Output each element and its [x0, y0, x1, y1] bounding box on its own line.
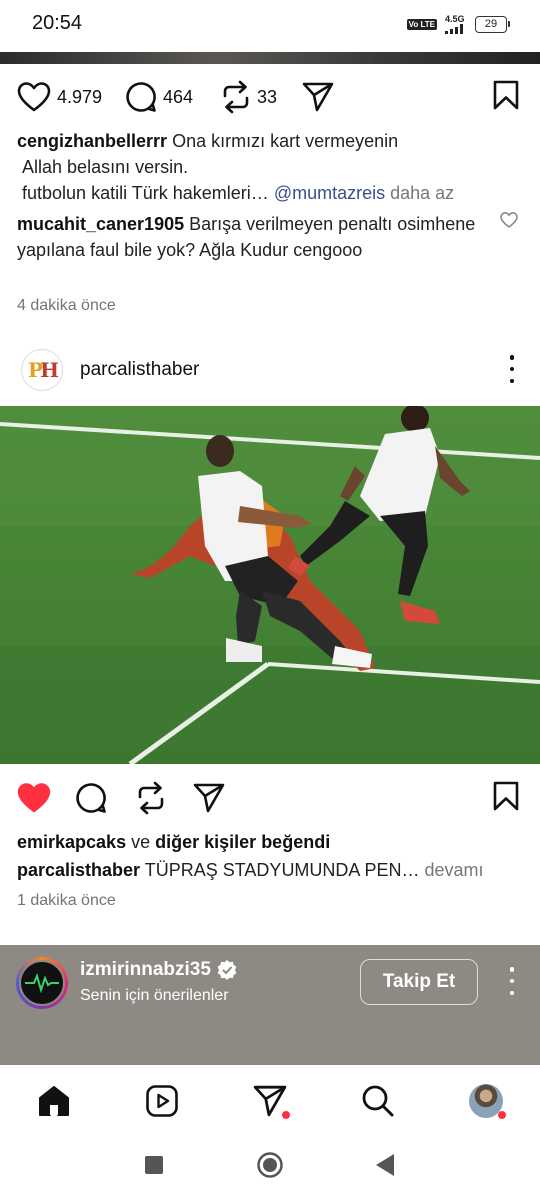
heart-icon	[17, 783, 51, 813]
status-bar: 20:54 Vo LTE 4.5G 29	[0, 0, 540, 52]
heart-icon	[500, 212, 518, 228]
post2-header: PH parcalisthaber	[0, 345, 540, 395]
avatar-logo: PH	[28, 358, 59, 382]
previous-post-image[interactable]	[0, 52, 540, 64]
post1-comment[interactable]: mucahit_caner1905 Barışa verilmeyen pena…	[17, 211, 487, 263]
suggested-username[interactable]: izmirinnabzi35	[80, 959, 211, 981]
like-button[interactable]	[17, 783, 51, 813]
football-photo	[0, 406, 540, 764]
like-count: 4.979	[57, 86, 103, 107]
send-icon	[193, 783, 225, 813]
nav-direct[interactable]	[250, 1081, 290, 1121]
comment-like-button[interactable]	[500, 212, 518, 233]
liked-by-username[interactable]: emirkapcaks	[17, 832, 126, 852]
like-button[interactable]: 4.979	[17, 82, 102, 112]
caption-text: futbolun katili Türk hakemleri…	[22, 183, 269, 203]
heart-icon	[17, 82, 51, 112]
search-icon	[362, 1085, 394, 1117]
save-button[interactable]	[493, 80, 519, 110]
battery-icon: 29	[475, 15, 510, 33]
post2-action-bar	[0, 766, 540, 826]
system-navigation	[0, 1137, 540, 1200]
suggested-username-row[interactable]: izmirinnabzi35	[80, 959, 237, 981]
post2-timestamp: 1 dakika önce	[17, 892, 116, 909]
volte-indicator: Vo LTE	[406, 18, 437, 30]
home-button[interactable]	[256, 1151, 284, 1184]
recents-button[interactable]	[144, 1155, 164, 1180]
follow-button[interactable]: Takip Et	[360, 959, 478, 1005]
more-options-icon[interactable]	[508, 355, 516, 383]
repost-button[interactable]: 33	[221, 80, 277, 114]
caption-text: Allah belasını versin.	[22, 157, 189, 177]
verified-badge-icon	[217, 960, 237, 980]
signal-icon: 4.5G	[445, 14, 467, 34]
avatar[interactable]: PH	[21, 349, 63, 391]
repost-count: 33	[257, 86, 278, 107]
send-icon	[302, 82, 334, 112]
comment-username[interactable]: mucahit_caner1905	[17, 214, 184, 234]
mention-link[interactable]: @mumtazreis	[274, 183, 385, 203]
comment-icon	[76, 783, 106, 813]
save-button[interactable]	[493, 781, 519, 811]
nav-home[interactable]	[34, 1081, 74, 1121]
more-options-icon[interactable]	[508, 967, 516, 995]
post-username[interactable]: parcalisthaber	[80, 359, 199, 381]
caption-username[interactable]: parcalisthaber	[17, 860, 140, 880]
comment-icon	[126, 82, 156, 112]
caption-text: Ona kırmızı kart vermeyenin	[172, 131, 399, 151]
bookmark-icon	[493, 80, 519, 110]
bookmark-icon	[493, 781, 519, 811]
less-link[interactable]: daha az	[390, 183, 454, 203]
status-time: 20:54	[32, 12, 83, 34]
reels-icon	[146, 1085, 178, 1117]
square-icon	[145, 1156, 163, 1174]
caption-text: TÜPRAŞ STADYUMUNDA PEN…	[144, 860, 420, 880]
notification-dot	[282, 1111, 290, 1119]
post1-caption[interactable]: cengizhanbellerrr Ona kırmızı kart verme…	[17, 128, 517, 206]
network-type: 4.5G	[445, 14, 465, 24]
liked-by-others[interactable]: diğer kişiler beğendi	[155, 832, 330, 852]
comment-button[interactable]	[75, 782, 107, 814]
post2-caption[interactable]: parcalisthaber TÜPRAŞ STADYUMUNDA PEN… d…	[17, 857, 517, 883]
notification-dot	[498, 1111, 506, 1119]
nav-search[interactable]	[358, 1081, 398, 1121]
share-button[interactable]	[193, 783, 225, 813]
back-triangle-icon	[376, 1154, 394, 1176]
comment-button[interactable]: 464	[125, 81, 193, 113]
suggested-avatar[interactable]	[16, 957, 68, 1009]
liked-by-connector: ve	[131, 832, 151, 852]
circle-icon	[257, 1152, 283, 1178]
repost-button[interactable]	[136, 781, 166, 815]
post1-timestamp: 4 dakika önce	[17, 297, 116, 314]
nav-reels[interactable]	[142, 1081, 182, 1121]
repost-icon	[223, 80, 249, 114]
comment-count: 464	[163, 86, 194, 107]
caption-username[interactable]: cengizhanbellerrr	[17, 131, 167, 151]
more-link[interactable]: devamı	[424, 860, 483, 880]
battery-level: 29	[475, 15, 507, 33]
repost-icon	[138, 781, 164, 815]
nav-profile[interactable]	[466, 1081, 506, 1121]
suggested-post: izmirinnabzi35 Senin için önerilenler Ta…	[0, 945, 540, 1065]
liked-by-line[interactable]: emirkapcaks ve diğer kişiler beğendi	[17, 829, 517, 855]
pulse-logo-icon	[25, 973, 59, 993]
home-icon	[39, 1086, 69, 1116]
suggested-subtitle: Senin için önerilenler	[80, 987, 229, 1004]
share-button[interactable]	[302, 82, 334, 112]
bottom-navigation	[0, 1065, 540, 1137]
back-button[interactable]	[375, 1153, 395, 1182]
post1-action-bar: 4.979 464 33	[0, 66, 540, 126]
status-icons: Vo LTE 4.5G 29	[406, 14, 510, 34]
post-image[interactable]	[0, 406, 540, 764]
